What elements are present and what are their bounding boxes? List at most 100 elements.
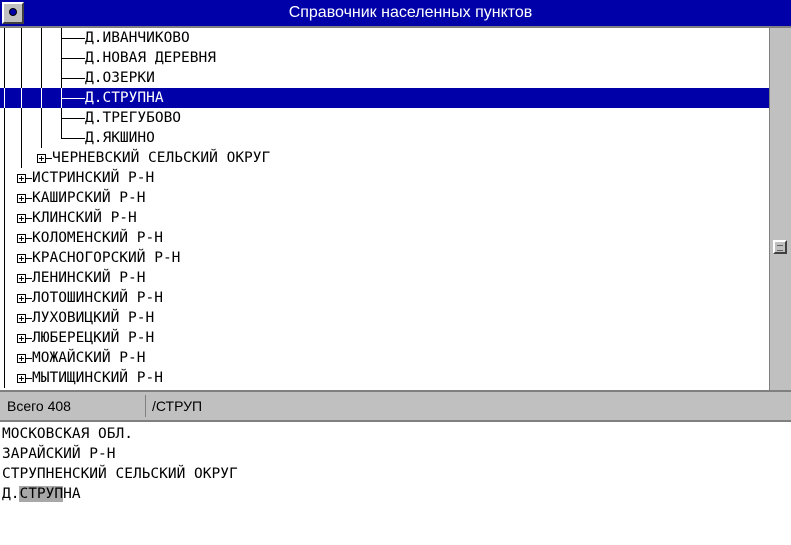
tree-item[interactable]: Д.НОВАЯ ДЕРЕВНЯ bbox=[0, 48, 769, 68]
tree-item[interactable]: ИСТРИНСКИЙ Р-Н bbox=[0, 168, 769, 188]
tree-item[interactable]: Д.СТРУПНА bbox=[0, 88, 769, 108]
expand-icon[interactable] bbox=[17, 234, 26, 243]
expand-icon[interactable] bbox=[17, 174, 26, 183]
settlements-tree[interactable]: Д.ИВАНЧИКОВО Д.НОВАЯ ДЕРЕВНЯ Д.ОЗЕРКИ Д.СТР… bbox=[0, 28, 769, 390]
tree-item-label: КРАСНОГОРСКИЙ Р-Н bbox=[32, 250, 181, 266]
tree-connector bbox=[61, 38, 85, 39]
tree-guide-line bbox=[4, 108, 5, 128]
path-line-region: МОСКОВСКАЯ ОБЛ. bbox=[2, 426, 133, 442]
tree-guide-line bbox=[4, 248, 5, 268]
path-line-okrug: СТРУПНЕНСКИЙ СЕЛЬСКИЙ ОКРУГ bbox=[2, 466, 238, 482]
expand-icon[interactable] bbox=[17, 354, 26, 363]
tree-guide-line bbox=[4, 228, 5, 248]
search-query: /СТРУП bbox=[152, 398, 203, 414]
settlement-rest: НА bbox=[63, 486, 81, 502]
tree-item-label: ЛЕНИНСКИЙ Р-Н bbox=[32, 270, 146, 286]
tree-guide-line bbox=[4, 88, 5, 108]
vertical-scrollbar[interactable] bbox=[769, 28, 791, 390]
tree-guide-line bbox=[4, 348, 5, 368]
tree-item-label: ЛУХОВИЦКИЙ Р-Н bbox=[32, 310, 155, 326]
tree-item-label: ЧЕРНЕВСКИЙ СЕЛЬСКИЙ ОКРУГ bbox=[52, 150, 271, 166]
expand-icon[interactable] bbox=[17, 374, 26, 383]
tree-item-label: МОЖАЙСКИЙ Р-Н bbox=[32, 350, 146, 366]
expand-icon[interactable] bbox=[17, 254, 26, 263]
tree-connector bbox=[61, 118, 85, 119]
tree-guide-line bbox=[4, 308, 5, 328]
system-menu-button[interactable] bbox=[2, 2, 24, 24]
tree-connector bbox=[61, 78, 85, 79]
tree-guide-line bbox=[4, 328, 5, 348]
system-menu-icon bbox=[9, 8, 17, 16]
tree-item[interactable]: ЛЕНИНСКИЙ Р-Н bbox=[0, 268, 769, 288]
expand-icon[interactable] bbox=[17, 274, 26, 283]
tree-guide-line bbox=[21, 48, 22, 68]
tree-guide-line bbox=[4, 288, 5, 308]
tree-guide-line bbox=[21, 108, 22, 128]
path-line-settlement: Д.СТРУПНА bbox=[2, 484, 81, 504]
expand-icon[interactable] bbox=[17, 314, 26, 323]
tree-item-label: ИСТРИНСКИЙ Р-Н bbox=[32, 170, 155, 186]
expand-icon[interactable] bbox=[37, 154, 46, 163]
tree-guide-line bbox=[4, 368, 5, 388]
tree-guide-line bbox=[41, 48, 42, 68]
tree-guide-line bbox=[21, 28, 22, 48]
tree-guide-line bbox=[4, 28, 5, 48]
expand-icon[interactable] bbox=[17, 334, 26, 343]
tree-guide-line bbox=[21, 68, 22, 88]
tree-item[interactable]: КРАСНОГОРСКИЙ Р-Н bbox=[0, 248, 769, 268]
location-path-panel: МОСКОВСКАЯ ОБЛ. ЗАРАЙСКИЙ Р-Н СТРУПНЕНСК… bbox=[0, 420, 791, 545]
tree-item[interactable]: МОЖАЙСКИЙ Р-Н bbox=[0, 348, 769, 368]
scrollbar-thumb[interactable] bbox=[773, 240, 787, 254]
tree-item-label: КОЛОМЕНСКИЙ Р-Н bbox=[32, 230, 163, 246]
tree-item[interactable]: МЫТИЩИНСКИЙ Р-Н bbox=[0, 368, 769, 388]
tree-guide-line bbox=[4, 68, 5, 88]
tree-item[interactable]: Д.ОЗЕРКИ bbox=[0, 68, 769, 88]
tree-guide-line bbox=[21, 88, 22, 108]
tree-guide-line bbox=[4, 148, 5, 168]
tree-item[interactable]: ЛЮБЕРЕЦКИЙ Р-Н bbox=[0, 328, 769, 348]
expand-icon[interactable] bbox=[17, 194, 26, 203]
tree-guide-line bbox=[4, 208, 5, 228]
tree-item-label: Д.СТРУПНА bbox=[85, 90, 164, 106]
search-match-highlight: СТРУП bbox=[19, 486, 64, 502]
expand-icon[interactable] bbox=[17, 214, 26, 223]
tree-connector bbox=[61, 98, 85, 99]
tree-item-label: Д.НОВАЯ ДЕРЕВНЯ bbox=[85, 50, 216, 66]
tree-item[interactable]: Д.ИВАНЧИКОВО bbox=[0, 28, 769, 48]
tree-item[interactable]: ЛОТОШИНСКИЙ Р-Н bbox=[0, 288, 769, 308]
path-line-district: ЗАРАЙСКИЙ Р-Н bbox=[2, 446, 116, 462]
tree-guide-line bbox=[41, 128, 42, 148]
grip-icon bbox=[777, 245, 783, 251]
tree-item-label: Д.ТРЕГУБОВО bbox=[85, 110, 182, 126]
tree-guide-line bbox=[4, 168, 5, 188]
tree-item[interactable]: КЛИНСКИЙ Р-Н bbox=[0, 208, 769, 228]
tree-item[interactable]: ЛУХОВИЦКИЙ Р-Н bbox=[0, 308, 769, 328]
tree-guide-line bbox=[61, 128, 62, 138]
window-title: Справочник населенных пунктов bbox=[288, 4, 533, 21]
tree-item-label: Д.ИВАНЧИКОВО bbox=[85, 30, 190, 46]
tree-guide-line bbox=[21, 128, 22, 148]
tree-item-label: МЫТИЩИНСКИЙ Р-Н bbox=[32, 370, 163, 386]
tree-item-label: ЛЮБЕРЕЦКИЙ Р-Н bbox=[32, 330, 155, 346]
tree-item[interactable]: КАШИРСКИЙ Р-Н bbox=[0, 188, 769, 208]
tree-item-label: Д.ОЗЕРКИ bbox=[85, 70, 155, 86]
tree-guide-line bbox=[21, 148, 22, 168]
tree-item[interactable]: КОЛОМЕНСКИЙ Р-Н bbox=[0, 228, 769, 248]
tree-guide-line bbox=[41, 88, 42, 108]
tree-guide-line bbox=[41, 68, 42, 88]
tree-item[interactable]: ЧЕРНЕВСКИЙ СЕЛЬСКИЙ ОКРУГ bbox=[0, 148, 769, 168]
tree-guide-line bbox=[41, 108, 42, 128]
tree-guide-line bbox=[41, 28, 42, 48]
tree-guide-line bbox=[4, 188, 5, 208]
title-bar: Справочник населенных пунктов bbox=[0, 0, 791, 28]
expand-icon[interactable] bbox=[17, 294, 26, 303]
tree-connector bbox=[61, 58, 85, 59]
settlement-prefix: Д. bbox=[2, 486, 20, 502]
tree-guide-line bbox=[4, 128, 5, 148]
tree-guide-line bbox=[4, 48, 5, 68]
settlements-directory-window: Справочник населенных пунктов Д.ИВАНЧИКО… bbox=[0, 0, 791, 545]
tree-item[interactable]: Д.ТРЕГУБОВО bbox=[0, 108, 769, 128]
tree-item-label: КЛИНСКИЙ Р-Н bbox=[32, 210, 137, 226]
tree-item[interactable]: Д.ЯКШИНО bbox=[0, 128, 769, 148]
tree-item-label: Д.ЯКШИНО bbox=[85, 130, 155, 146]
